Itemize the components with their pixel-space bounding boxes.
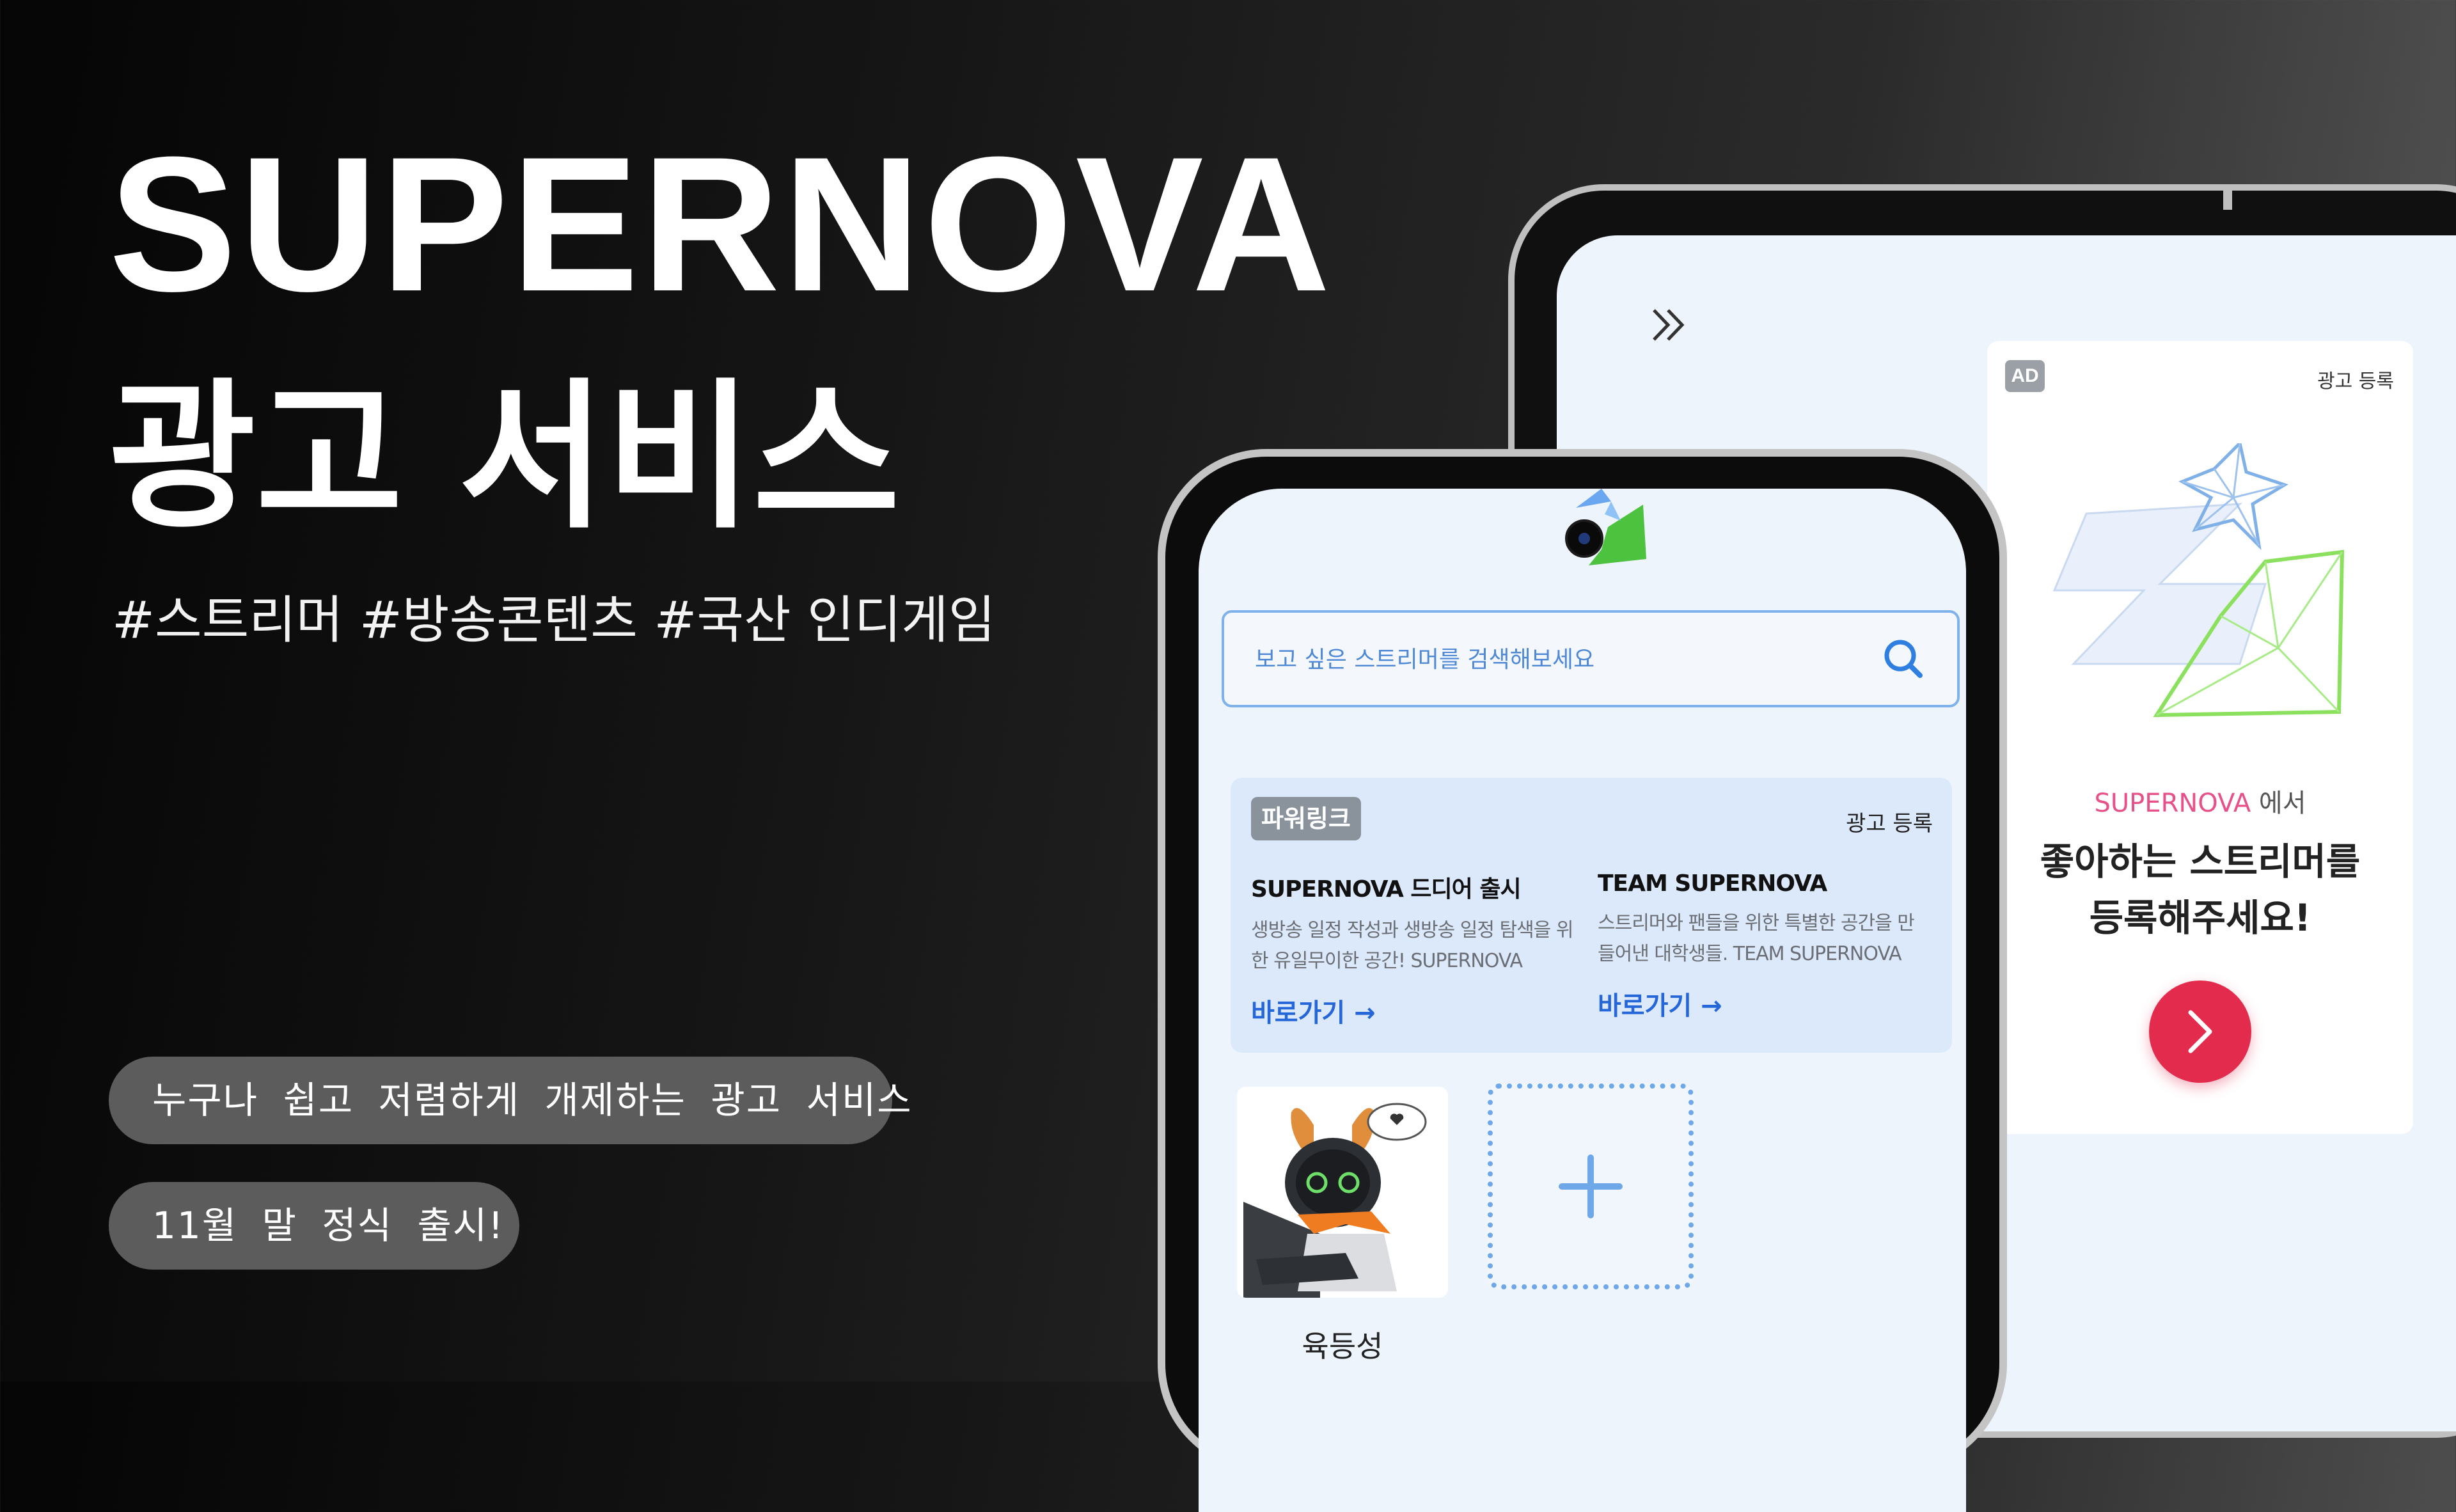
feature-pill: 누구나 쉽고 저렴하게 개제하는 광고 서비스: [109, 1057, 911, 1144]
ad-item-description: 생방송 일정 작성과 생방송 일정 탐색을 위 한 유일무이한 공간! SUPE…: [1251, 915, 1584, 977]
double-chevron-right-icon[interactable]: [1640, 296, 1697, 354]
search-input[interactable]: [1254, 613, 1832, 706]
ad-headline-line2: 등록해주세요!: [2089, 896, 2311, 940]
ad-panel: AD 광고 등록 SUPERNOVA 에서 좋아하는 스트리머를 등록해주세요!: [1987, 341, 2413, 1134]
launch-pill: 11월 말 정식 출시!: [109, 1182, 519, 1270]
star-illustration: [2052, 443, 2345, 718]
powerlink-card: 파워링크 광고 등록 SUPERNOVA 드디어 출시 생방송 일정 작성과 생…: [1231, 778, 1952, 1053]
ad-item[interactable]: SUPERNOVA 드디어 출시 생방송 일정 작성과 생방송 일정 탐색을 위…: [1251, 870, 1584, 1029]
ad-item-link[interactable]: 바로가기 →: [1251, 992, 1584, 1029]
ad-item[interactable]: TEAM SUPERNOVA 스트리머와 팬들을 위한 특별한 공간을 만 들어…: [1598, 870, 1930, 1022]
streamer-card[interactable]: [1237, 1087, 1448, 1298]
ad-item-desc-line: 들어낸 대학생들. TEAM SUPERNOVA: [1598, 943, 1902, 965]
ad-item-desc-line: 스트리머와 팬들을 위한 특별한 공간을 만: [1598, 912, 1915, 934]
streamer-name: 육등성: [1302, 1329, 1383, 1364]
plus-icon: [1559, 1154, 1623, 1218]
ad-brand-name: SUPERNOVA: [2094, 789, 2251, 818]
chevron-right-icon: [2188, 1010, 2212, 1053]
streamer-avatar: [1237, 1087, 1448, 1298]
ad-headline: 좋아하는 스트리머를 등록해주세요!: [1987, 833, 2413, 946]
ad-go-button[interactable]: [2149, 980, 2251, 1083]
tablet-hinge: [2223, 184, 2232, 210]
ad-item-title: SUPERNOVA 드디어 출시: [1251, 876, 1522, 902]
ad-item-title: TEAM SUPERNOVA: [1598, 870, 1827, 897]
ad-badge: AD: [2005, 360, 2045, 392]
ad-headline-line1: 좋아하는 스트리머를: [2040, 840, 2361, 883]
phone-screen: 파워링크 광고 등록 SUPERNOVA 드디어 출시 생방송 일정 작성과 생…: [1199, 489, 1966, 1512]
search-icon[interactable]: [1880, 636, 1926, 682]
hero-title: SUPERNOVA: [109, 116, 1334, 331]
ad-brand-line: SUPERNOVA 에서: [1987, 782, 2413, 819]
add-streamer-card[interactable]: [1488, 1083, 1694, 1289]
ad-item-desc-line: 생방송 일정 작성과 생방송 일정 탐색을 위: [1251, 919, 1573, 941]
camera-icon: [1565, 519, 1603, 558]
ad-register-link[interactable]: 광고 등록: [2317, 365, 2394, 393]
hero-subtitle: 광고 서비스: [109, 364, 901, 550]
powerlink-badge: 파워링크: [1251, 797, 1361, 840]
card-register-link[interactable]: 광고 등록: [1846, 806, 1933, 837]
ad-item-link[interactable]: 바로가기 →: [1598, 985, 1930, 1022]
search-box[interactable]: [1222, 610, 1960, 707]
phone-device: 파워링크 광고 등록 SUPERNOVA 드디어 출시 생방송 일정 작성과 생…: [1158, 449, 2007, 1512]
ad-item-description: 스트리머와 팬들을 위한 특별한 공간을 만 들어낸 대학생들. TEAM SU…: [1598, 908, 1930, 970]
ad-brand-suffix: 에서: [2251, 789, 2306, 818]
ad-item-desc-line: 한 유일무이한 공간! SUPERNOVA: [1251, 950, 1523, 972]
hashtag-line: #스트리머 #방송콘텐츠 #국산 인디게임: [112, 590, 996, 650]
